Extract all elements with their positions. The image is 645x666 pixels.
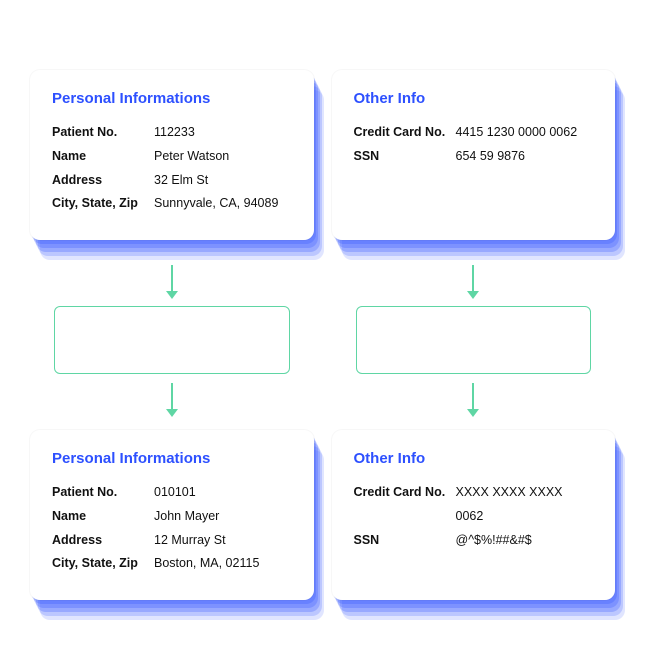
card-rows: Patient No.010101NameJohn MayerAddress12… — [52, 481, 292, 576]
info-row: City, State, ZipSunnyvale, CA, 94089 — [52, 192, 292, 216]
info-label: SSN — [354, 145, 456, 169]
info-row: Patient No.112233 — [52, 121, 292, 145]
info-label: SSN — [354, 529, 456, 553]
card-title: Personal Informations — [52, 90, 292, 107]
info-label: City, State, Zip — [52, 552, 154, 576]
process-box-left-wrap — [30, 306, 314, 374]
info-value: 12 Murray St — [154, 529, 226, 553]
info-label: Address — [52, 529, 154, 553]
info-value: 112233 — [154, 121, 195, 145]
arrow-down — [30, 258, 314, 306]
card-personal-info-masked: Personal Informations Patient No.010101N… — [30, 430, 314, 600]
info-label: Patient No. — [52, 481, 154, 505]
info-value: XXXX XXXX XXXX 0062 — [456, 481, 594, 529]
info-value: @^$%!##&#$ — [456, 529, 532, 553]
card-other-info-masked: Other Info Credit Card No.XXXX XXXX XXXX… — [332, 430, 616, 600]
process-box — [356, 306, 592, 374]
arrow-down — [332, 258, 616, 306]
info-label: Credit Card No. — [354, 481, 456, 529]
info-value: John Mayer — [154, 505, 219, 529]
card-title: Personal Informations — [52, 450, 292, 467]
info-label: Name — [52, 145, 154, 169]
card-other-info-original: Other Info Credit Card No.4415 1230 0000… — [332, 70, 616, 240]
process-box — [54, 306, 290, 374]
info-value: Peter Watson — [154, 145, 229, 169]
card-rows: Credit Card No.XXXX XXXX XXXX 0062SSN@^$… — [354, 481, 594, 552]
card-title: Other Info — [354, 90, 594, 107]
info-label: City, State, Zip — [52, 192, 154, 216]
info-row: City, State, ZipBoston, MA, 02115 — [52, 552, 292, 576]
info-row: SSN654 59 9876 — [354, 145, 594, 169]
info-row: Address32 Elm St — [52, 169, 292, 193]
info-row: NameJohn Mayer — [52, 505, 292, 529]
info-row: Credit Card No.4415 1230 0000 0062 — [354, 121, 594, 145]
card-rows: Patient No.112233NamePeter WatsonAddress… — [52, 121, 292, 216]
arrow-down — [30, 374, 314, 426]
info-row: NamePeter Watson — [52, 145, 292, 169]
card-rows: Credit Card No.4415 1230 0000 0062SSN654… — [354, 121, 594, 169]
info-value: 654 59 9876 — [456, 145, 526, 169]
info-value: 32 Elm St — [154, 169, 208, 193]
info-row: Address12 Murray St — [52, 529, 292, 553]
info-row: SSN@^$%!##&#$ — [354, 529, 594, 553]
info-label: Patient No. — [52, 121, 154, 145]
info-value: Sunnyvale, CA, 94089 — [154, 192, 278, 216]
info-label: Name — [52, 505, 154, 529]
info-value: 4415 1230 0000 0062 — [456, 121, 578, 145]
card-personal-info-original: Personal Informations Patient No.112233N… — [30, 70, 314, 240]
info-value: 010101 — [154, 481, 196, 505]
arrow-down — [332, 374, 616, 426]
process-box-right-wrap — [332, 306, 616, 374]
info-label: Address — [52, 169, 154, 193]
info-value: Boston, MA, 02115 — [154, 552, 259, 576]
info-row: Patient No.010101 — [52, 481, 292, 505]
info-row: Credit Card No.XXXX XXXX XXXX 0062 — [354, 481, 594, 529]
diagram-grid: Personal Informations Patient No.112233N… — [30, 70, 615, 600]
card-title: Other Info — [354, 450, 594, 467]
info-label: Credit Card No. — [354, 121, 456, 145]
